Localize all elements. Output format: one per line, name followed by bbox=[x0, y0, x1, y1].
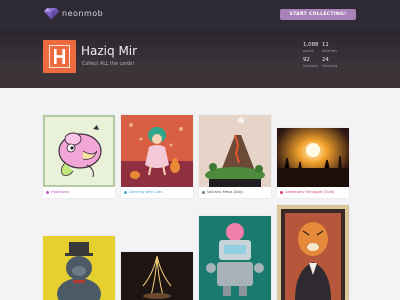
card-collection: Hideaway Dancing with Cats Volcano Mesa … bbox=[0, 88, 400, 300]
stat-following[interactable]: 24 following bbox=[322, 57, 348, 68]
card-fountain[interactable] bbox=[121, 252, 193, 300]
start-collecting-button[interactable]: START COLLECTING! bbox=[280, 9, 356, 20]
brand-logo[interactable]: neonmob bbox=[44, 8, 103, 19]
card-dancing-with-cats[interactable]: Dancing with Cats bbox=[121, 115, 193, 198]
card-art-dancing-with-cats bbox=[121, 115, 193, 187]
avatar[interactable] bbox=[43, 40, 76, 73]
card-gorilla[interactable] bbox=[43, 236, 115, 300]
avatar-letter-icon bbox=[49, 45, 70, 68]
card-volcano-mesa-day[interactable]: Volcano Mesa (Day) bbox=[199, 115, 271, 198]
card-art-legendary-smuggle bbox=[277, 128, 349, 187]
card-legendary-smuggle-gold[interactable]: Legendary Smuggle (Gold) bbox=[277, 128, 349, 198]
card-robot[interactable] bbox=[199, 216, 271, 300]
card-label-hideaway: Hideaway bbox=[46, 190, 69, 194]
heart-icon bbox=[46, 190, 49, 194]
profile-username: Haziq Mir bbox=[81, 44, 138, 58]
gem-logo-icon bbox=[44, 8, 59, 19]
card-art-volcano-mesa bbox=[199, 115, 271, 187]
card-tiger-portrait[interactable] bbox=[277, 205, 349, 300]
card-art-gorilla bbox=[43, 236, 115, 300]
profile-tagline: Collect ALL the cards! bbox=[82, 62, 135, 67]
card-hideaway[interactable]: Hideaway bbox=[43, 115, 115, 198]
card-label-dancing-with-cats: Dancing with Cats bbox=[124, 190, 163, 194]
card-label-volcano-mesa: Volcano Mesa (Day) bbox=[202, 190, 244, 194]
card-art-robot bbox=[199, 216, 271, 300]
card-art-hideaway bbox=[43, 115, 115, 187]
top-navigation-bar: neonmob START COLLECTING! bbox=[0, 0, 400, 30]
card-art-fountain bbox=[121, 252, 193, 300]
card-rarity-icon bbox=[202, 190, 205, 194]
card-rarity-icon bbox=[124, 190, 127, 194]
brand-name: neonmob bbox=[62, 9, 104, 18]
card-art-tiger bbox=[277, 205, 349, 300]
heart-icon bbox=[280, 190, 283, 194]
card-label-legendary-smuggle: Legendary Smuggle (Gold) bbox=[280, 190, 334, 194]
stat-favorites[interactable]: 11 favorites bbox=[322, 42, 348, 53]
profile-header: Haziq Mir Collect ALL the cards! 1,088 p… bbox=[0, 30, 400, 88]
